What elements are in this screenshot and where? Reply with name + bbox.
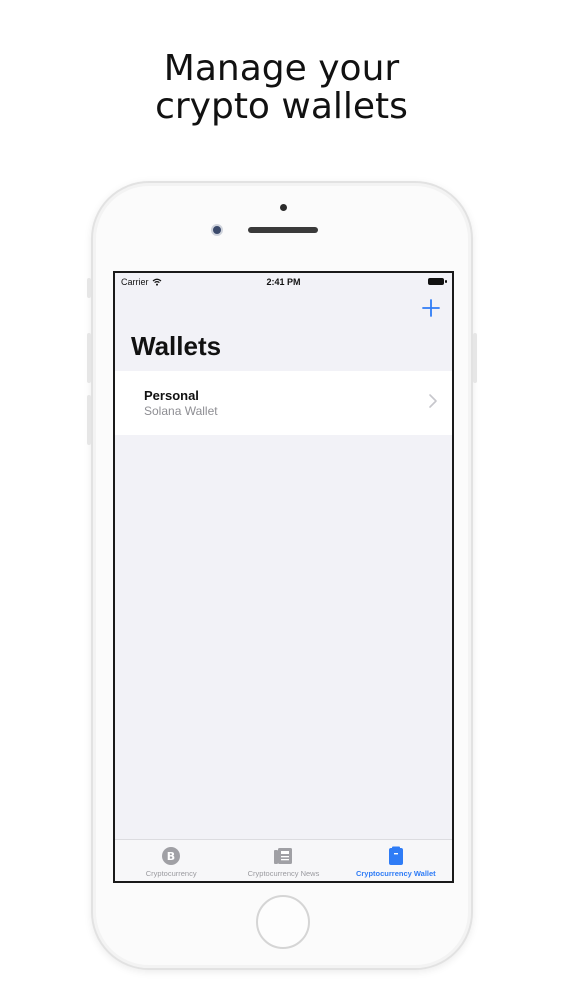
wallet-icon	[388, 846, 403, 865]
svg-text:B: B	[167, 850, 175, 863]
front-camera	[211, 224, 223, 236]
tab-label-cryptocurrency-wallet: Cryptocurrency Wallet	[355, 869, 436, 878]
volume-down-button	[87, 395, 91, 445]
app-screen: Carrier 2:41 PM Wallets Personal Solana …	[113, 271, 454, 883]
phone-frame: Carrier 2:41 PM Wallets Personal Solana …	[87, 181, 477, 970]
wallet-type: Solana Wallet	[144, 404, 218, 418]
headline-line-1: Manage your	[163, 48, 400, 89]
status-time: 2:41 PM	[266, 277, 301, 287]
plus-icon	[422, 299, 440, 317]
promo-headline: Manage your crypto wallets	[0, 50, 563, 126]
newspaper-icon	[274, 848, 293, 864]
tab-cryptocurrency-wallet[interactable]: Cryptocurrency Wallet	[340, 840, 452, 881]
tab-label-cryptocurrency: Cryptocurrency	[145, 869, 197, 878]
proximity-sensor	[280, 204, 287, 211]
bitcoin-icon: B	[162, 847, 181, 865]
wallet-name: Personal	[144, 388, 199, 403]
tab-cryptocurrency[interactable]: B Cryptocurrency	[115, 840, 227, 881]
headline-line-2: crypto wallets	[155, 86, 408, 127]
add-wallet-button[interactable]	[420, 297, 442, 319]
home-button[interactable]	[256, 895, 310, 949]
tab-bar: B Cryptocurrency Cryptocurrency News Cry…	[115, 839, 452, 881]
tab-label-cryptocurrency-news: Cryptocurrency News	[247, 869, 320, 878]
power-button	[473, 333, 477, 383]
tab-cryptocurrency-news[interactable]: Cryptocurrency News	[227, 840, 339, 881]
earpiece-speaker	[248, 227, 318, 233]
battery-icon	[428, 278, 447, 285]
wallet-list-item[interactable]: Personal Solana Wallet	[115, 371, 452, 435]
mute-switch	[87, 278, 91, 298]
chevron-right-icon	[429, 394, 437, 408]
status-bar: Carrier 2:41 PM	[115, 273, 452, 291]
page-title: Wallets	[131, 331, 222, 361]
volume-up-button	[87, 333, 91, 383]
